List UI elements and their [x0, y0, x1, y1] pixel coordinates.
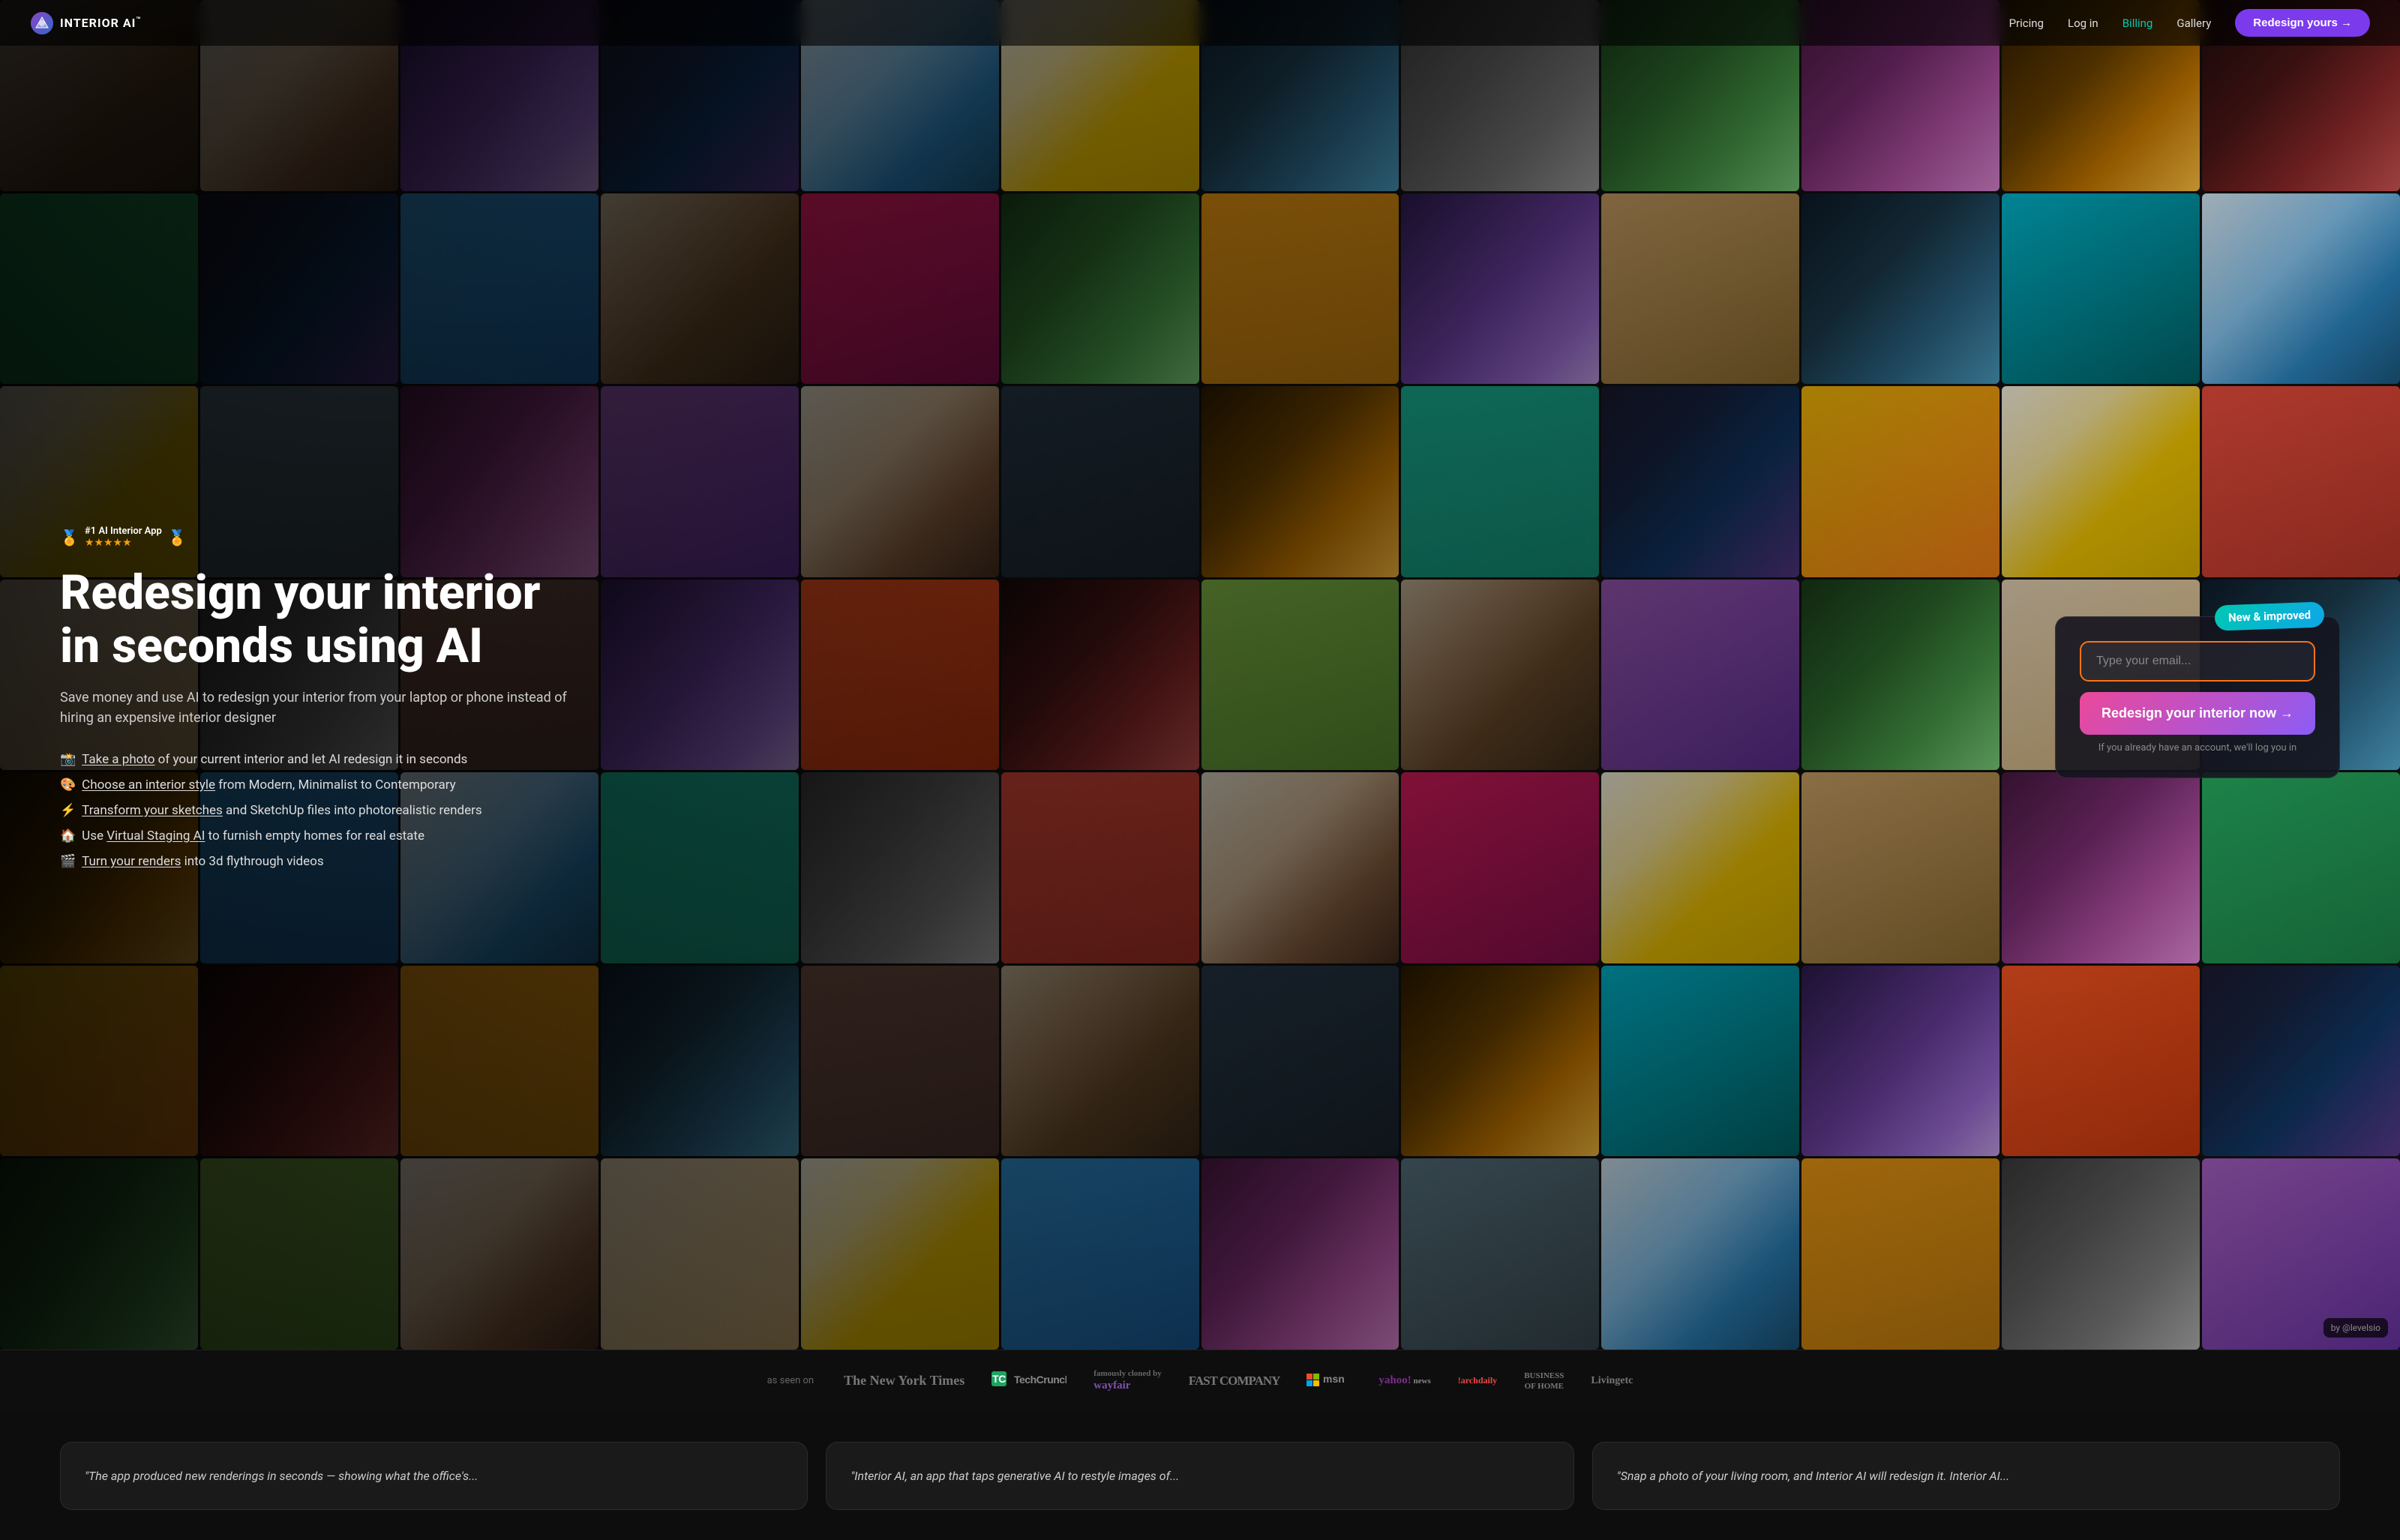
hero-subtitle: Save money and use AI to redesign your i…	[60, 688, 585, 728]
redesign-now-button[interactable]: Redesign your interior now →	[2080, 692, 2315, 735]
feature-item-style: 🎨 Choose an interior style from Modern, …	[60, 777, 585, 792]
press-nyt-logo: The New York Times	[844, 1373, 964, 1389]
testimonial-card-3: "Snap a photo of your living room, and I…	[1592, 1442, 2340, 1511]
nav-cta-button[interactable]: Redesign yours →	[2235, 9, 2370, 37]
logo-text: INTERIOR AI™	[60, 16, 142, 30]
logo-icon	[30, 11, 54, 35]
feature-item-photo: 📸 Take a photo of your current interior …	[60, 752, 585, 767]
choose-style-link[interactable]: Choose an interior style	[82, 777, 215, 792]
svg-text:msn: msn	[1323, 1373, 1345, 1385]
hero-content: 🏅 #1 AI Interior App ★★★★★ 🏅 Redesign yo…	[0, 526, 2400, 869]
press-fastcompany-logo: FAST COMPANY	[1189, 1374, 1280, 1389]
by-levelsio: by @levelsio	[2324, 1318, 2388, 1338]
laurel-right-icon: 🏅	[168, 529, 187, 547]
press-boh-logo: BUSINESSOF HOME	[1524, 1371, 1564, 1392]
svg-text:TechCrunch: TechCrunch	[1014, 1374, 1066, 1386]
film-emoji-icon: 🎬	[60, 854, 76, 869]
new-improved-badge: New & improved	[2214, 601, 2324, 631]
hero-right: New & improved Redesign your interior no…	[2055, 616, 2340, 778]
testimonial-text-2: "Interior AI, an app that taps generativ…	[850, 1467, 1549, 1486]
award-title: #1 AI Interior App	[85, 526, 162, 537]
navbar: INTERIOR AI™ Pricing Log in Billing Gall…	[0, 0, 2400, 46]
hero-features-list: 📸 Take a photo of your current interior …	[60, 752, 585, 869]
nav-links: Pricing Log in Billing Gallery Redesign …	[2009, 9, 2370, 37]
lightning-emoji-icon: ⚡	[60, 803, 76, 818]
tc-icon: TC TechCrunch	[992, 1371, 1066, 1388]
cta-card: New & improved Redesign your interior no…	[2055, 616, 2340, 778]
press-livingetc-logo: Livingetc	[1591, 1375, 1633, 1387]
nav-pricing[interactable]: Pricing	[2009, 16, 2044, 30]
email-input[interactable]	[2080, 641, 2315, 682]
palette-emoji-icon: 🎨	[60, 777, 76, 792]
take-photo-link[interactable]: Take a photo	[82, 752, 154, 767]
press-label: as seen on	[767, 1375, 814, 1386]
cta-note: If you already have an account, we'll lo…	[2080, 742, 2315, 754]
nav-gallery[interactable]: Gallery	[2176, 16, 2211, 30]
nav-login[interactable]: Log in	[2068, 16, 2098, 30]
nav-billing[interactable]: Billing	[2122, 16, 2153, 30]
virtual-staging-link[interactable]: Virtual Staging AI	[106, 828, 205, 843]
press-logos: The New York Times TC TechCrunch famousl…	[844, 1368, 1633, 1394]
svg-text:TC: TC	[992, 1373, 1006, 1385]
hero-title: Redesign your interior in seconds using …	[60, 567, 585, 673]
logo[interactable]: INTERIOR AI™	[30, 11, 142, 35]
transform-sketches-link[interactable]: Transform your sketches	[82, 803, 223, 818]
press-yahoo-logo: yahoo! news	[1378, 1374, 1430, 1387]
hero-section: 🏅 #1 AI Interior App ★★★★★ 🏅 Redesign yo…	[0, 0, 2400, 1350]
press-archdaily-logo: !archdaily	[1458, 1375, 1497, 1386]
press-section: as seen on The New York Times TC TechCru…	[0, 1350, 2400, 1412]
testimonials-section: "The app produced new renderings in seco…	[0, 1412, 2400, 1540]
press-wayfair-logo: famously cloned bywayfair	[1094, 1368, 1161, 1394]
house-emoji-icon: 🏠	[60, 828, 76, 843]
testimonial-card-1: "The app produced new renderings in seco…	[60, 1442, 808, 1511]
hero-left: 🏅 #1 AI Interior App ★★★★★ 🏅 Redesign yo…	[60, 526, 585, 869]
turn-renders-link[interactable]: Turn your renders	[82, 854, 181, 869]
camera-emoji-icon: 📸	[60, 752, 76, 767]
feature-item-staging: 🏠 Use Virtual Staging AI to furnish empt…	[60, 828, 585, 843]
star-rating: ★★★★★	[85, 537, 162, 549]
press-techcrunch-logo: TC TechCrunch	[992, 1371, 1066, 1391]
laurel-left-icon: 🏅	[60, 529, 79, 547]
testimonial-text-3: "Snap a photo of your living room, and I…	[1617, 1467, 2315, 1486]
feature-item-video: 🎬 Turn your renders into 3d flythrough v…	[60, 854, 585, 869]
feature-item-sketch: ⚡ Transform your sketches and SketchUp f…	[60, 803, 585, 818]
testimonial-card-2: "Interior AI, an app that taps generativ…	[826, 1442, 1574, 1511]
testimonial-text-1: "The app produced new renderings in seco…	[85, 1467, 783, 1486]
award-badge: 🏅 #1 AI Interior App ★★★★★ 🏅	[60, 526, 585, 549]
msn-icon: msn	[1306, 1372, 1352, 1387]
press-msn-logo: msn	[1306, 1372, 1352, 1390]
